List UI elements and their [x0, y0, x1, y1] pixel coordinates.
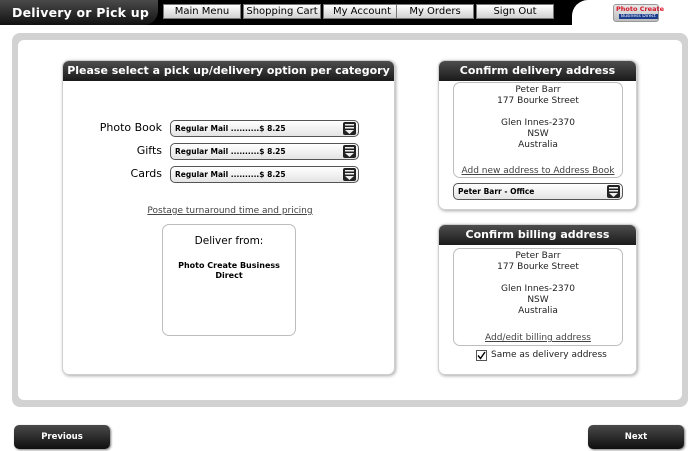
delivery-address-line: Glen Innes-2370 [500, 118, 576, 128]
deliver-from-heading: Deliver from: [194, 235, 264, 247]
page-title: Delivery or Pick up [12, 5, 149, 20]
logo-text: Photo Create [616, 5, 664, 13]
billing-address-line: Glen Innes-2370 [500, 284, 576, 294]
billing-address-box: Peter Barr 177 Bourke Street Glen Innes-… [453, 248, 623, 346]
nav-my-orders[interactable]: My Orders [396, 4, 474, 19]
delivery-address-line: NSW [527, 129, 549, 139]
delivery-panel-title: Confirm delivery address [439, 61, 636, 81]
select-value: Regular Mail ..........$ 8.25 [175, 147, 286, 156]
select-value: Regular Mail ..........$ 8.25 [175, 124, 286, 133]
nav-sign-out[interactable]: Sign Out [476, 4, 554, 19]
photo-book-delivery-select[interactable]: Regular Mail ..........$ 8.25 [170, 120, 359, 137]
billing-address-line: NSW [527, 295, 549, 305]
select-value: Regular Mail ..........$ 8.25 [175, 170, 286, 179]
select-value: Peter Barr - Office [458, 187, 535, 196]
previous-button[interactable]: Previous [14, 425, 110, 449]
category-label-photo-book: Photo Book [99, 121, 162, 134]
billing-address-line [454, 273, 622, 284]
billing-address-line: Peter Barr [515, 251, 561, 261]
billing-address-line: 177 Bourke Street [497, 262, 579, 272]
dropdown-arrow-icon [343, 168, 356, 181]
delivery-address-line: 177 Bourke Street [497, 96, 579, 106]
same-as-delivery-label: Same as delivery address [491, 350, 607, 360]
delivery-address-select[interactable]: Peter Barr - Office [453, 183, 623, 200]
add-address-link[interactable]: Add new address to Address Book [455, 166, 621, 176]
delivery-address-line: Australia [518, 140, 558, 150]
gifts-delivery-select[interactable]: Regular Mail ..........$ 8.25 [170, 143, 359, 160]
postage-pricing-link[interactable]: Postage turnaround time and pricing [140, 206, 320, 216]
logo-subtext: Business Direct [619, 14, 658, 19]
delivery-address-line: Peter Barr [515, 85, 561, 95]
delivery-address-box: Peter Barr 177 Bourke Street Glen Innes-… [453, 82, 623, 178]
options-panel-title: Please select a pick up/delivery option … [63, 61, 394, 81]
nav-main-menu[interactable]: Main Menu [163, 4, 241, 19]
cards-delivery-select[interactable]: Regular Mail ..........$ 8.25 [170, 166, 359, 183]
nav-shopping-cart[interactable]: Shopping Cart [243, 4, 321, 19]
dropdown-arrow-icon [343, 122, 356, 135]
billing-address-line: Australia [518, 306, 558, 316]
next-button[interactable]: Next [588, 425, 684, 449]
edit-billing-address-link[interactable]: Add/edit billing address [455, 333, 621, 343]
deliver-from-box: Deliver from: Photo Create Business Dire… [162, 224, 296, 336]
same-as-delivery-checkbox[interactable] [476, 350, 487, 361]
dropdown-arrow-icon [343, 145, 356, 158]
billing-panel-title: Confirm billing address [439, 225, 636, 245]
category-label-cards: Cards [130, 167, 162, 180]
dropdown-arrow-icon [607, 185, 620, 198]
category-label-gifts: Gifts [136, 144, 162, 157]
nav-my-account[interactable]: My Account [323, 4, 401, 19]
delivery-address-line [454, 107, 622, 118]
deliver-from-name: Photo Create Business Direct [178, 261, 280, 280]
